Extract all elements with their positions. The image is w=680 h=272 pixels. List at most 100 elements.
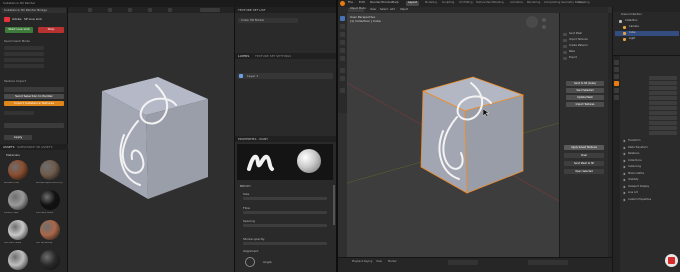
option-row[interactable] (4, 46, 44, 50)
sp-option-checkbox[interactable] (563, 39, 567, 42)
sp-option-checkbox[interactable] (563, 57, 567, 60)
selected-cube[interactable] (417, 75, 529, 197)
property-field[interactable] (649, 86, 677, 90)
viewport-menu-item[interactable]: Select (380, 8, 388, 12)
property-field[interactable] (649, 81, 677, 85)
workspace-tab[interactable]: Rendering (525, 1, 542, 6)
sp-bottom-button[interactable]: Clear (564, 153, 604, 158)
sp-action-button[interactable]: Send Selected (566, 88, 604, 93)
angle-dial-icon[interactable] (245, 257, 255, 267)
toolbar-icon[interactable] (88, 8, 92, 12)
opacity-slider[interactable] (243, 242, 327, 245)
workspace-tab[interactable]: Layout (406, 1, 419, 6)
property-field[interactable] (649, 111, 677, 115)
spacing-slider[interactable] (243, 224, 327, 227)
blender-menu-item[interactable]: Render (370, 1, 381, 4)
layer-visibility-icon[interactable] (239, 74, 243, 78)
sp-bottom-button[interactable]: Open Selected (564, 169, 604, 174)
cursor-tool-icon[interactable] (340, 24, 345, 29)
material-thumbnail[interactable] (40, 160, 60, 180)
material-thumbnail[interactable] (40, 220, 60, 240)
nav-gizmo[interactable] (526, 16, 538, 28)
sp-bottom-button[interactable]: Apply Saved Textures (564, 145, 604, 150)
properties-section-label[interactable]: Viewport Display (628, 185, 649, 189)
properties-section-label[interactable]: Line Art (628, 191, 638, 195)
move-tool-icon[interactable] (340, 32, 345, 37)
material-thumbnail[interactable] (40, 250, 60, 270)
material-thumbnail[interactable] (40, 190, 60, 210)
viewport-menu-item[interactable]: Add (390, 8, 395, 12)
sp-bottom-button[interactable]: Send Mesh to SP (564, 161, 604, 166)
shelf-tab-assets[interactable]: ASSETS (3, 146, 15, 149)
property-field[interactable] (649, 101, 677, 105)
frame-counter[interactable] (528, 260, 568, 265)
blender-menu-item[interactable]: Help (392, 1, 399, 4)
tab-texture-set-settings[interactable]: TEXTURE SET SETTINGS (255, 55, 291, 58)
painter-viewport[interactable] (68, 7, 234, 272)
start-live-link-button[interactable]: Start Live Link (5, 27, 33, 33)
sp-option-checkbox[interactable] (563, 45, 567, 48)
tab-modifier-icon[interactable] (614, 88, 619, 93)
properties-section-label[interactable]: Relations (628, 152, 639, 156)
size-slider[interactable] (243, 197, 327, 200)
material-thumbnail[interactable] (8, 250, 28, 270)
path-field[interactable] (4, 123, 64, 128)
flow-slider[interactable] (243, 211, 327, 214)
property-field[interactable] (649, 131, 677, 135)
blender-menu-item[interactable]: File (348, 1, 353, 4)
viewport-menu-item[interactable]: Object (400, 8, 408, 12)
blender-logo-icon[interactable] (340, 1, 345, 6)
viewport-menu-item[interactable]: View (370, 8, 376, 12)
zoom-icon[interactable] (542, 18, 546, 22)
viewport-dropdown[interactable] (200, 8, 220, 12)
shelf-tab-substance[interactable]: SUBSTANCE 3D ASSETS (17, 146, 53, 149)
workspace-tab[interactable]: UV Editing (457, 1, 475, 6)
tab-layers[interactable]: LAYERS (238, 55, 249, 58)
option-row[interactable] (4, 64, 44, 68)
timeline-menu-item[interactable]: Keying (364, 260, 372, 264)
material-thumbnail[interactable] (8, 190, 28, 210)
workspace-tab[interactable]: Scripting (576, 1, 592, 6)
property-field[interactable] (649, 76, 677, 80)
toolbar-icon[interactable] (148, 8, 152, 12)
property-field[interactable] (649, 126, 677, 130)
properties-section-label[interactable]: Instancing (628, 165, 641, 169)
sp-action-button[interactable]: Send to SP (Cube) (566, 81, 604, 86)
hand-icon[interactable] (542, 25, 546, 29)
option-row[interactable] (4, 58, 44, 62)
properties-section-label[interactable]: Collections (628, 159, 642, 163)
toolbar-icon[interactable] (168, 8, 172, 12)
properties-section-label[interactable]: Custom Properties (628, 198, 651, 202)
property-field[interactable] (649, 106, 677, 110)
playback-controls[interactable] (448, 260, 478, 265)
sp-action-button[interactable]: Import Textures (566, 102, 604, 107)
property-field[interactable] (649, 91, 677, 95)
measure-tool-icon[interactable] (340, 76, 345, 81)
import-substance-button[interactable]: Import Substance Textures (4, 101, 64, 106)
properties-section-label[interactable]: Transform (628, 139, 640, 143)
workspace-tab[interactable]: Animation (508, 1, 525, 6)
timeline-menu-item[interactable]: Marker (388, 260, 397, 264)
add-cube-tool-icon[interactable] (340, 88, 345, 93)
toolbar-icon[interactable] (108, 8, 112, 12)
workspace-tab[interactable]: Shading (491, 1, 506, 6)
blender-viewport[interactable]: User Perspective (1) Collection | Cube (347, 13, 559, 257)
select-tool-icon[interactable] (340, 16, 345, 21)
sp-option-checkbox[interactable] (563, 33, 567, 36)
properties-section-label[interactable]: Visibility (628, 178, 638, 182)
tab-material-icon[interactable] (614, 95, 619, 100)
send-selection-button[interactable]: Send Selection to Painter (4, 94, 64, 99)
tab-render-icon[interactable] (614, 67, 619, 72)
tab-tool-icon[interactable] (614, 60, 619, 65)
property-field[interactable] (649, 121, 677, 125)
properties-section-label[interactable]: Motion Paths (628, 172, 644, 176)
timeline-menu-item[interactable]: Playback (352, 260, 363, 264)
property-field[interactable] (649, 96, 677, 100)
material-thumbnail[interactable] (8, 160, 28, 180)
scale-tool-icon[interactable] (340, 48, 345, 53)
timeline-menu-item[interactable]: View (376, 260, 382, 264)
tab-object-icon[interactable] (614, 81, 619, 86)
stop-button[interactable]: Stop (38, 27, 64, 33)
sp-action-button[interactable]: Update Mesh (566, 95, 604, 100)
annotate-tool-icon[interactable] (340, 68, 345, 73)
